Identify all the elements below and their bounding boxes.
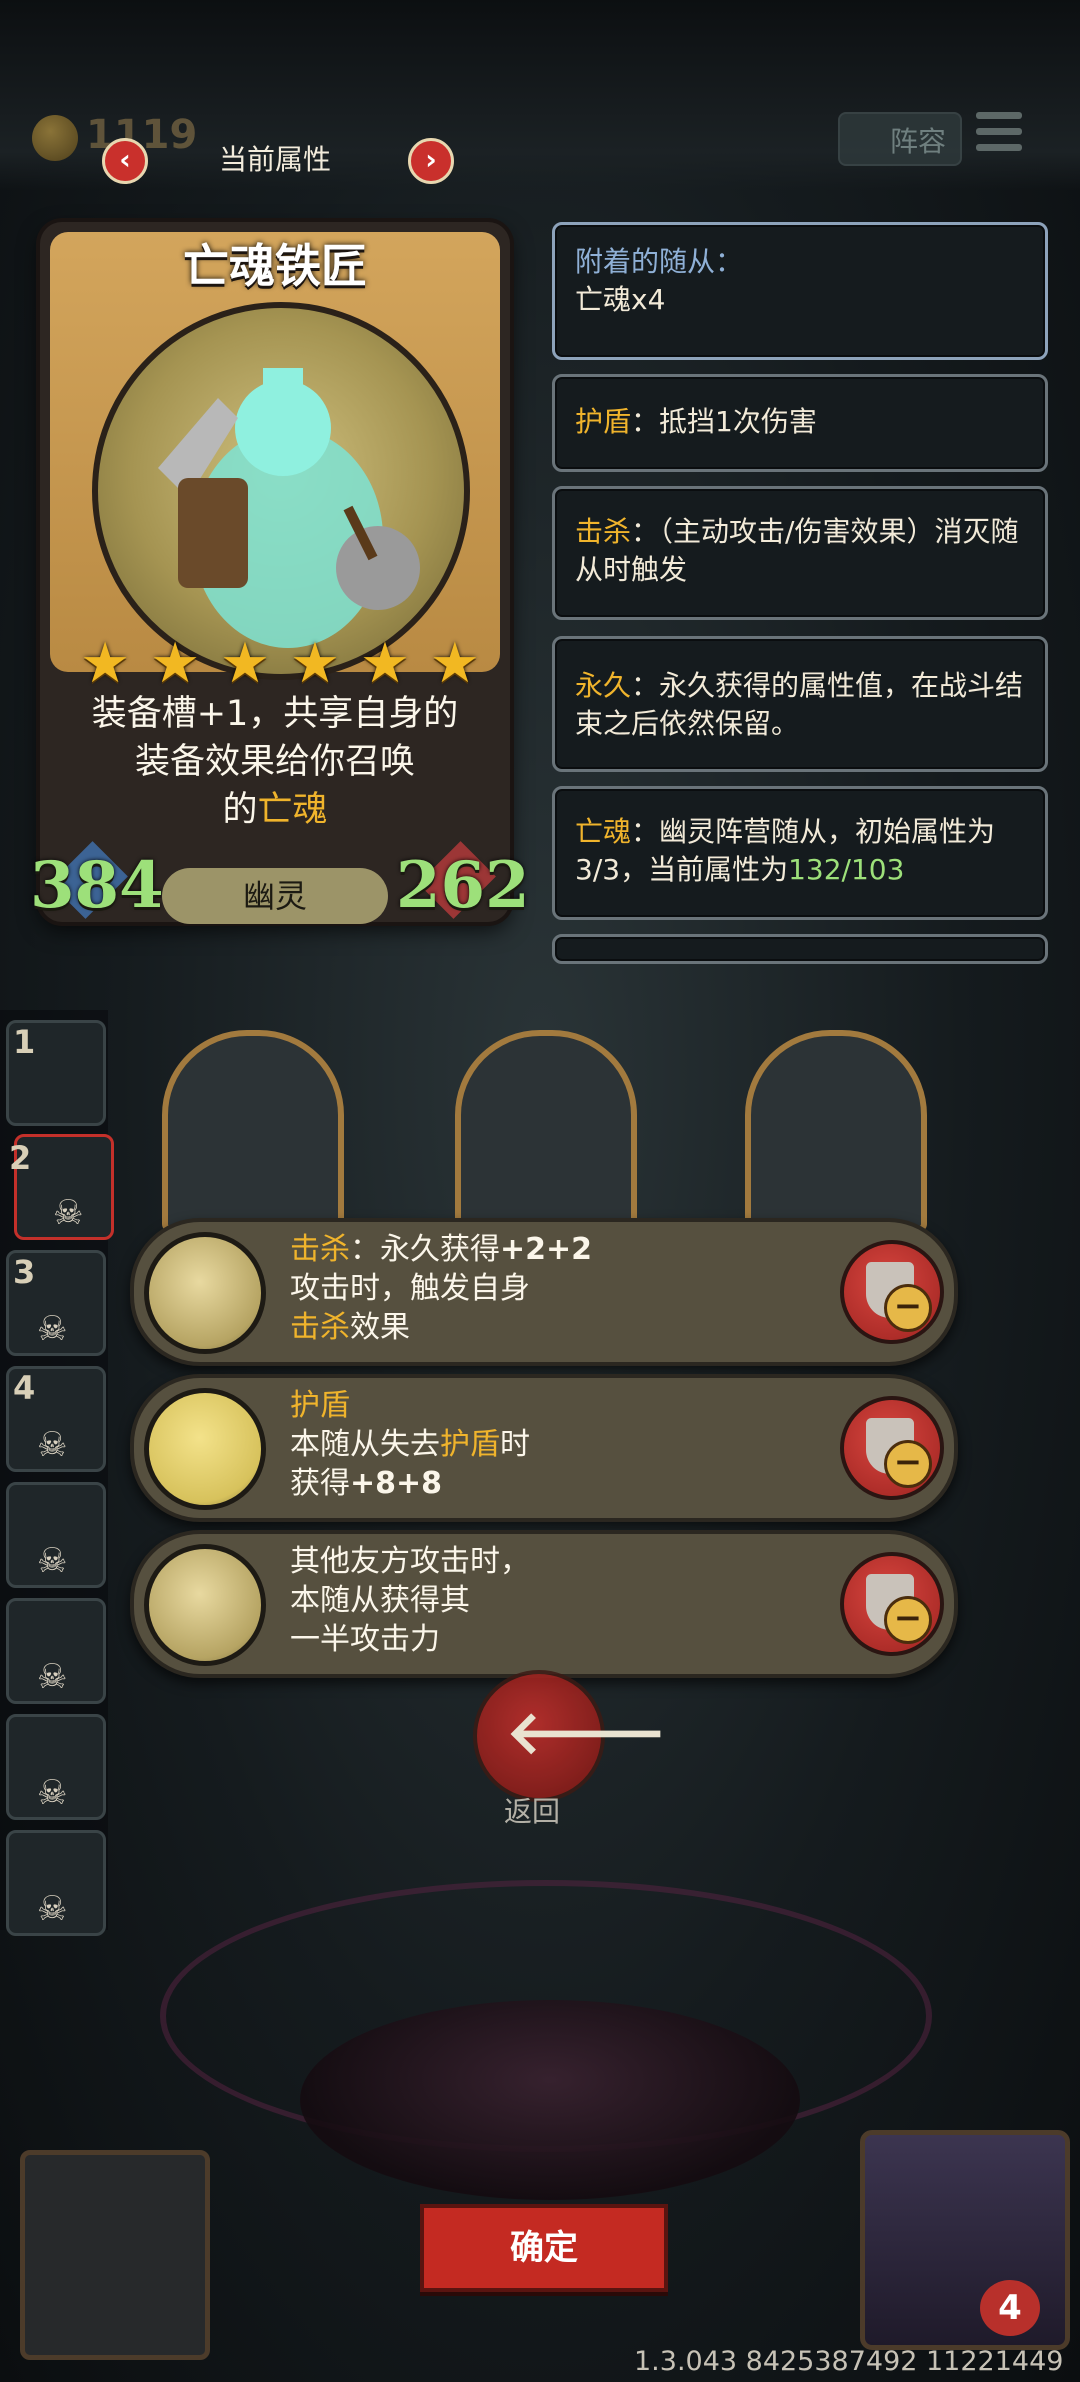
confirm-button[interactable]: 确定: [420, 2204, 668, 2292]
hero-portrait[interactable]: [860, 2130, 1070, 2350]
equipped-minion-slot[interactable]: [162, 1030, 344, 1232]
roster-slot[interactable]: ☠: [6, 1714, 106, 1820]
keyword-shield-panel: 护盾：抵挡1次伤害: [552, 374, 1048, 472]
star-icon: ★: [219, 631, 271, 696]
remove-ability-button[interactable]: −: [840, 1396, 944, 1500]
skull-icon: ☠: [37, 1309, 68, 1349]
boss-portrait: [20, 2150, 210, 2360]
minus-icon: −: [884, 1284, 932, 1332]
attack-value: 384: [30, 848, 164, 923]
cauldron: [300, 2000, 800, 2200]
star-icon: ★: [359, 631, 411, 696]
desc-line: 装备槽+1，共享自身的: [91, 694, 459, 734]
panel-title: 附着的随从：: [575, 245, 744, 278]
prev-arrow-button[interactable]: ‹: [102, 138, 148, 184]
minus-icon: −: [884, 1596, 932, 1644]
back-label: 返回: [504, 1795, 561, 1828]
roster-slot[interactable]: 1: [6, 1020, 106, 1126]
minion-description: 装备槽+1，共享自身的 装备效果给你召唤 的亡魂: [62, 690, 488, 860]
desc-line: 装备效果给你召唤: [134, 742, 415, 782]
version-text: 1.3.043 8425387492 11221449: [634, 2346, 1064, 2377]
panel-scroll-edge: [552, 934, 1048, 964]
roster-slot[interactable]: ☠: [6, 1830, 106, 1936]
ability-row: 护盾 本随从失去护盾时 获得+8+8 −: [130, 1374, 958, 1522]
panel-value: 亡魂x4: [575, 283, 666, 316]
roster-slot[interactable]: ☠: [6, 1598, 106, 1704]
tribe-label: 幽灵: [162, 868, 388, 924]
ability-description: 其他友方攻击时， 本随从获得其 一半攻击力: [290, 1544, 530, 1657]
desc-line: 的亡魂: [222, 790, 328, 830]
lives-count: 4: [980, 2280, 1040, 2336]
roster-slot-selected[interactable]: 2 ☠: [9, 1134, 114, 1240]
minion-name: 亡魂铁匠: [183, 239, 367, 293]
minus-icon: −: [884, 1440, 932, 1488]
scythe-icon: [144, 1232, 266, 1354]
skull-icon: ☠: [37, 1773, 68, 1813]
skull-icon: ☠: [37, 1889, 68, 1929]
keyword-kill-panel: 击杀：（主动攻击/伤害效果）消灭随从时触发: [552, 486, 1048, 620]
page-title: 当前属性: [218, 143, 331, 176]
ability-row: 其他友方攻击时， 本随从获得其 一半攻击力 −: [130, 1530, 958, 1678]
attached-minions-panel: 附着的随从： 亡魂x4: [552, 222, 1048, 360]
roster-slot[interactable]: 3 ☠: [6, 1250, 106, 1356]
star-icon: ★: [149, 631, 201, 696]
star-icon: ★: [429, 631, 480, 696]
ability-description: 击杀：永久获得+2+2 攻击时，触发自身 击杀效果: [290, 1232, 593, 1345]
menu-icon[interactable]: [976, 112, 1022, 160]
equipped-minion-slot[interactable]: [455, 1030, 637, 1232]
keyword-soul-panel: 亡魂：幽灵阵营随从，初始属性为3/3，当前属性为132/103: [552, 786, 1048, 920]
health-value: 262: [396, 848, 530, 923]
back-arrow-icon: 🡐: [506, 1698, 667, 1768]
lineup-label: 阵容: [890, 125, 947, 158]
keyword-permanent-panel: 永久：永久获得的属性值，在战斗结束之后依然保留。: [552, 636, 1048, 772]
moon-icon: [144, 1388, 266, 1510]
star-rating: ★ ★ ★ ★ ★ ★: [80, 636, 480, 692]
ability-description: 护盾 本随从失去护盾时 获得+8+8: [290, 1388, 530, 1501]
equipped-minion-slot[interactable]: [745, 1030, 927, 1232]
ability-row: 击杀：永久获得+2+2 攻击时，触发自身 击杀效果 −: [130, 1218, 958, 1366]
skull-icon: ☠: [37, 1425, 68, 1465]
roster-slot[interactable]: 4 ☠: [6, 1366, 106, 1472]
coin-icon: [32, 115, 78, 161]
remove-ability-button[interactable]: −: [840, 1552, 944, 1656]
minion-portrait: [92, 302, 470, 680]
skull-icon: ☠: [53, 1193, 84, 1233]
roster-slot[interactable]: ☠: [6, 1482, 106, 1588]
remove-ability-button[interactable]: −: [840, 1240, 944, 1344]
star-icon: ★: [289, 631, 341, 696]
hammer-icon: [144, 1544, 266, 1666]
star-icon: ★: [80, 631, 131, 696]
next-arrow-button[interactable]: ›: [408, 138, 454, 184]
skull-icon: ☠: [37, 1657, 68, 1697]
skull-icon: ☠: [37, 1541, 68, 1581]
